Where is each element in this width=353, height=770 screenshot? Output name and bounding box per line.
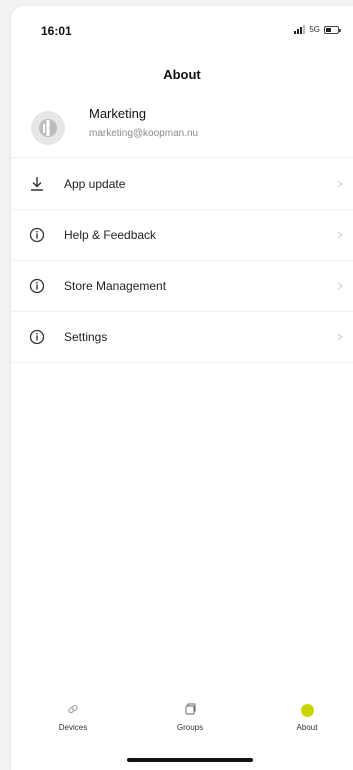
chevron-right-icon <box>337 333 343 341</box>
brand-logo-icon <box>39 119 57 137</box>
signal-icon <box>294 25 306 34</box>
battery-icon <box>324 25 341 34</box>
download-icon <box>31 177 43 191</box>
status-bar: 16:01 5G <box>11 6 353 50</box>
tab-devices[interactable]: Devices <box>33 702 113 732</box>
tab-about[interactable]: About <box>267 702 347 732</box>
menu-item-label: App update <box>64 177 126 191</box>
menu-item-label: Settings <box>64 330 108 344</box>
info-icon <box>29 278 45 294</box>
active-dot-icon <box>300 704 314 717</box>
menu-item-store-management[interactable]: Store Management <box>11 261 353 312</box>
menu-item-app-update[interactable]: App update <box>11 159 353 210</box>
chevron-right-icon <box>337 231 343 239</box>
network-label: 5G <box>309 25 320 34</box>
page-title: About <box>163 67 201 82</box>
home-indicator[interactable] <box>127 758 253 762</box>
link-icon <box>68 704 78 714</box>
chevron-right-icon <box>337 282 343 290</box>
profile-email: marketing@koopman.nu <box>89 128 199 139</box>
status-indicators: 5G <box>294 25 341 34</box>
chevron-right-icon <box>337 180 343 188</box>
menu-item-label: Help & Feedback <box>64 228 157 242</box>
menu-list: App update Help & Feedback Store Managem <box>11 159 353 363</box>
tab-groups[interactable]: Groups <box>150 702 230 732</box>
tab-bar: Devices Groups About <box>11 702 353 752</box>
groups-icon <box>185 703 196 715</box>
tab-label: Devices <box>58 723 88 732</box>
tab-label: About <box>296 723 318 732</box>
menu-item-settings[interactable]: Settings <box>11 312 353 363</box>
avatar <box>31 111 65 145</box>
profile-name: Marketing <box>89 106 147 121</box>
info-icon <box>29 329 45 345</box>
phone-screen: 16:01 5G About Marketing marketing@koopm… <box>11 6 353 770</box>
status-time: 16:01 <box>41 24 72 38</box>
tab-label: Groups <box>176 723 204 732</box>
profile-card[interactable]: Marketing marketing@koopman.nu <box>11 94 353 158</box>
info-icon <box>29 227 45 243</box>
menu-item-label: Store Management <box>64 279 167 293</box>
menu-item-help-feedback[interactable]: Help & Feedback <box>11 210 353 261</box>
